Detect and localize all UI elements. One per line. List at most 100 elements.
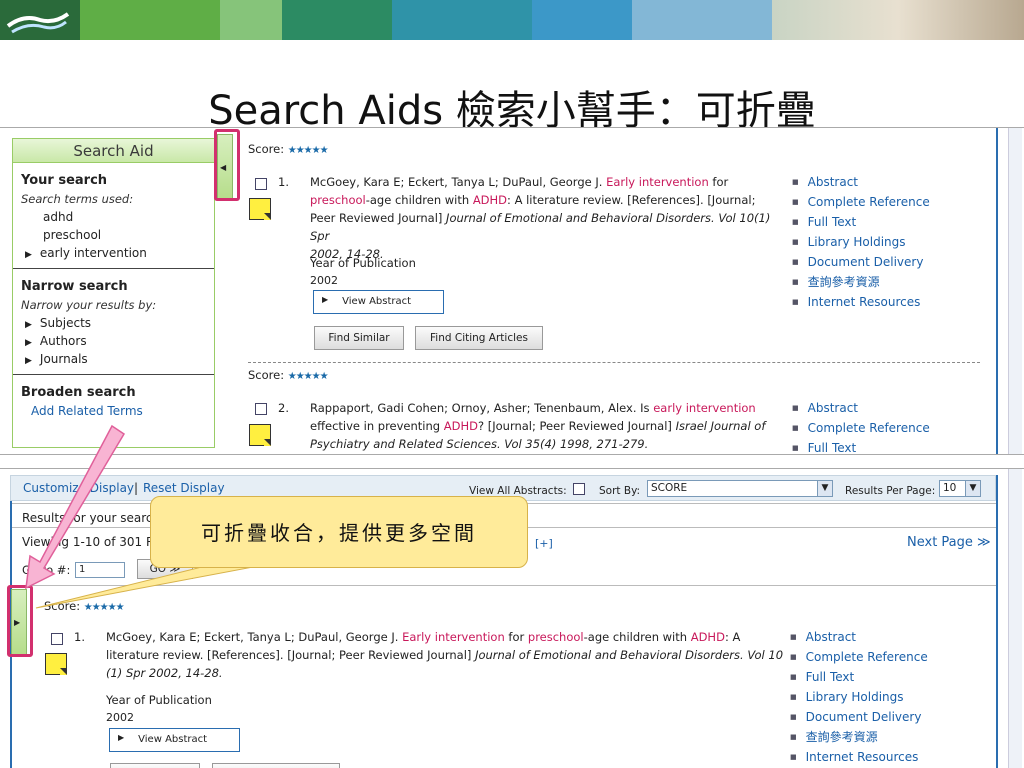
scrollbar[interactable] (1008, 469, 1022, 768)
authors: McGoey, Kara E; Eckert, Tanya L; DuPaul,… (106, 630, 399, 644)
full-text-link[interactable]: Full Text (792, 439, 930, 454)
slide-banner (0, 0, 1024, 40)
sticky-note-icon[interactable] (249, 198, 271, 220)
document-delivery-link[interactable]: Document Delivery (792, 253, 930, 273)
keyword: Early intervention (402, 630, 505, 644)
goto-input[interactable]: 1 (75, 562, 125, 578)
title-text: ? [Journal; Peer Reviewed Journal] (477, 419, 672, 433)
view-abstract-button[interactable]: ▶ View Abstract (109, 728, 240, 752)
sort-by-select[interactable]: SCORE ▼ (647, 480, 833, 497)
select-checkbox[interactable] (255, 178, 267, 190)
goto-label: Go to #: (22, 563, 71, 577)
highlight-box (214, 129, 240, 201)
title-text: -age children with (583, 630, 688, 644)
divider (13, 268, 214, 269)
score-label: Score: (44, 599, 81, 613)
abstract-link[interactable]: Abstract (792, 399, 930, 419)
view-all-abstracts-checkbox[interactable] (573, 483, 585, 495)
search-term-expandable[interactable]: ▶ early intervention (25, 246, 214, 260)
score-row: Score: ★★★★★ (248, 142, 329, 156)
internet-resources-link[interactable]: Internet Resources (792, 293, 930, 313)
title-text: : A (724, 630, 741, 644)
find-citing-button[interactable] (212, 763, 340, 768)
facet-authors[interactable]: ▶ Authors (25, 334, 214, 348)
score-stars: ★★★★★ (83, 602, 125, 613)
reset-display-link[interactable]: Reset Display (143, 481, 225, 495)
facet-label: Authors (39, 334, 87, 348)
reference-resources-link[interactable]: 查詢參考資源 (790, 728, 928, 748)
triangle-right-icon: ▶ (25, 250, 32, 260)
title-text: effective in preventing (310, 419, 441, 433)
year-label: Year of Publication (310, 256, 416, 270)
full-text-link[interactable]: Full Text (790, 668, 928, 688)
next-page-link[interactable]: Next Page ≫ (907, 535, 991, 550)
your-search-heading: Your search (21, 173, 108, 188)
title-text: -age children with (365, 193, 470, 207)
narrow-search-heading: Narrow search (21, 279, 128, 294)
score-label: Score: (248, 142, 285, 156)
year-value: 2002 (106, 711, 134, 724)
complete-reference-link[interactable]: Complete Reference (792, 193, 930, 213)
complete-reference-link[interactable]: Complete Reference (792, 419, 930, 439)
journal: Psychiatry and Related Sciences. Vol 35(… (310, 437, 649, 451)
chevron-down-icon: ▼ (817, 481, 832, 496)
journal: (1) Spr 2002, 14-28. (106, 666, 223, 680)
title-text: : A literature review. [References]. [Jo… (507, 193, 756, 207)
keyword: ADHD (690, 630, 725, 644)
terms-used-label: Search terms used: (21, 192, 134, 206)
add-related-terms-link[interactable]: Add Related Terms (31, 404, 143, 418)
select-checkbox[interactable] (255, 403, 267, 415)
search-term[interactable]: preschool (43, 228, 214, 242)
keyword: ADHD (443, 419, 478, 433)
result-number: 2. (278, 401, 289, 415)
result-separator (248, 362, 980, 363)
title-text: for (712, 175, 729, 189)
results-per-page-select[interactable]: 10 ▼ (939, 480, 981, 497)
find-similar-button[interactable] (110, 763, 200, 768)
view-abstract-button[interactable]: ▶ View Abstract (313, 290, 444, 314)
authors: McGoey, Kara E; Eckert, Tanya L; DuPaul,… (310, 175, 603, 189)
document-delivery-link[interactable]: Document Delivery (790, 708, 928, 728)
divider (12, 585, 996, 586)
full-text-link[interactable]: Full Text (792, 213, 930, 233)
title-text: literature review. [References]. [Journa… (106, 648, 472, 662)
sort-value: SCORE (651, 482, 688, 494)
callout-box: 可折疊收合，提供更多空間 (150, 496, 528, 568)
title-text: for (508, 630, 525, 644)
library-holdings-link[interactable]: Library Holdings (792, 233, 930, 253)
view-abstract-label: View Abstract (342, 296, 412, 307)
highlight-box (7, 585, 33, 657)
facet-label: Journals (39, 352, 88, 366)
narrow-by-label: Narrow your results by: (21, 298, 157, 312)
wave-logo-icon (6, 12, 70, 34)
find-similar-button[interactable]: Find Similar (314, 326, 404, 350)
library-holdings-link[interactable]: Library Holdings (790, 688, 928, 708)
sticky-note-icon[interactable] (249, 424, 271, 446)
keyword: ADHD (472, 193, 508, 207)
journal: Journal of Emotional and Behavioral Diso… (475, 648, 784, 662)
result-links: Abstract Complete Reference Full Text Li… (792, 173, 930, 313)
select-checkbox[interactable] (51, 633, 63, 645)
reference-resources-link[interactable]: 查詢參考資源 (792, 273, 930, 293)
facet-journals[interactable]: ▶ Journals (25, 352, 214, 366)
year-value: 2002 (310, 274, 338, 287)
chevron-down-icon: ▼ (965, 481, 980, 496)
abstract-link[interactable]: Abstract (790, 628, 928, 648)
expand-link[interactable]: [+] (535, 537, 553, 550)
score-stars: ★★★★★ (287, 145, 329, 156)
sort-by-label: Sort By: (599, 485, 641, 497)
abstract-link[interactable]: Abstract (792, 173, 930, 193)
triangle-right-icon: ▶ (25, 320, 32, 330)
customize-display-link[interactable]: Customize Display (23, 481, 134, 495)
find-citing-button[interactable]: Find Citing Articles (415, 326, 543, 350)
facet-label: Subjects (39, 316, 92, 330)
search-aid-panel: Search Aid Your search Search terms used… (12, 138, 215, 448)
panel-border (996, 128, 998, 454)
keyword: Early intervention (606, 175, 709, 189)
search-term[interactable]: adhd (43, 210, 214, 224)
sticky-note-icon[interactable] (45, 653, 67, 675)
complete-reference-link[interactable]: Complete Reference (790, 648, 928, 668)
internet-resources-link[interactable]: Internet Resources (790, 748, 928, 768)
scrollbar[interactable] (1008, 128, 1022, 454)
facet-subjects[interactable]: ▶ Subjects (25, 316, 214, 330)
